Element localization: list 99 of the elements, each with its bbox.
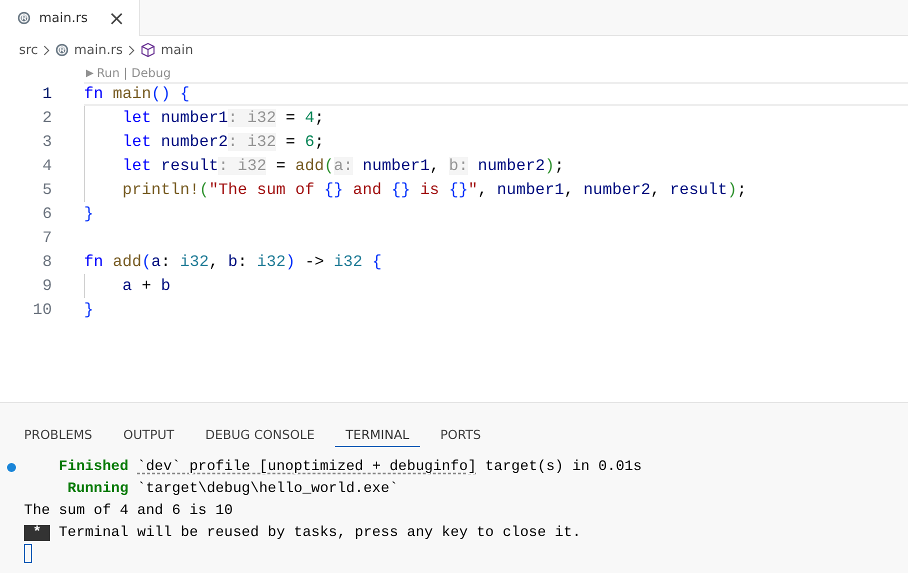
inlay-hint: b: xyxy=(448,157,468,175)
terminal-text: Running xyxy=(66,481,128,497)
breadcrumb-item[interactable]: main.rs xyxy=(54,42,123,58)
code-token: " xyxy=(468,181,478,199)
code-token: println! xyxy=(121,181,200,199)
code-token: () xyxy=(151,85,170,103)
code-token: {} xyxy=(324,181,344,199)
code-token: {} xyxy=(391,181,410,199)
code-token: ; xyxy=(554,157,564,175)
line-number: 2 xyxy=(41,109,52,127)
code-token: let xyxy=(121,133,152,151)
panel-tab[interactable]: DEBUG CONSOLE xyxy=(194,427,326,447)
code-token: a xyxy=(151,253,161,271)
code-token: , xyxy=(430,157,440,175)
code-token: , xyxy=(650,181,662,199)
code-token: b xyxy=(160,277,170,295)
code-token: number1 xyxy=(160,109,228,127)
code-token: ( xyxy=(199,181,209,199)
terminal-text: `target\debug\hello_world.exe` xyxy=(136,481,398,497)
breadcrumb-item[interactable]: main xyxy=(140,42,194,58)
code-token: = xyxy=(284,133,296,151)
code-token: 6 xyxy=(304,133,314,151)
code-token: number2 xyxy=(160,133,228,151)
rust-file-icon xyxy=(17,11,31,25)
code-token: add xyxy=(295,157,324,175)
code-token: : xyxy=(238,253,248,271)
code-token: let xyxy=(121,109,152,127)
inlay-hint: : i32 xyxy=(228,109,276,127)
terminal-text: Finished xyxy=(58,459,130,475)
inlay-hint: : i32 xyxy=(228,133,276,151)
code-token: { xyxy=(179,85,190,103)
line-number: 8 xyxy=(41,253,52,271)
line-number: 1 xyxy=(41,85,52,103)
code-token: number1 xyxy=(496,181,564,199)
line-number: 5 xyxy=(41,181,52,199)
code-token: } xyxy=(84,301,94,319)
code-token: fn xyxy=(84,85,104,103)
code-token: "The sum of xyxy=(208,181,316,199)
panel-tab[interactable]: TERMINAL xyxy=(334,427,420,447)
code-token: ) xyxy=(286,253,296,271)
line-number: 9 xyxy=(41,277,52,295)
code-token: let xyxy=(121,157,152,175)
code-token: ) xyxy=(544,157,555,175)
chevron-icon xyxy=(42,44,50,56)
code-token: number1 xyxy=(361,157,430,175)
code-token: ( xyxy=(142,253,152,271)
code-token: ( xyxy=(324,157,334,175)
terminal-text: Terminal will be reused by tasks, press any key to close it. xyxy=(58,525,581,541)
code-token: + xyxy=(140,277,152,295)
line-number: 10 xyxy=(32,301,52,319)
terminal-text[interactable]: `dev` profile [unoptimized + debuginfo] xyxy=(137,459,476,475)
code-token: , xyxy=(478,181,488,199)
code-token: -> xyxy=(304,253,326,271)
code-token: 4 xyxy=(304,109,314,127)
cube-icon xyxy=(140,42,156,58)
code-token: result xyxy=(670,181,728,199)
panel-tab[interactable]: OUTPUT xyxy=(112,427,186,447)
panel-tab[interactable]: PROBLEMS xyxy=(13,427,104,447)
code-token: result xyxy=(160,157,218,175)
code-token: number2 xyxy=(583,181,651,199)
code-token: , xyxy=(208,253,220,271)
code-token: and xyxy=(352,181,383,199)
terminal-text: target(s) in 0.01s xyxy=(484,459,642,475)
code-token: i32 xyxy=(334,253,362,271)
code-token: i32 xyxy=(256,253,286,271)
terminal-text: The sum of 4 and 6 is 10 xyxy=(24,503,233,519)
code-token: = xyxy=(284,109,296,127)
chevron-icon xyxy=(128,44,135,56)
terminal-cursor xyxy=(24,544,32,563)
code-token: ; xyxy=(314,133,324,151)
code-token: number2 xyxy=(476,157,545,175)
terminal-badge: * xyxy=(24,525,50,541)
line-number: 6 xyxy=(41,205,52,223)
code-token: , xyxy=(564,181,575,199)
code-token: = xyxy=(275,157,287,175)
panel-tab[interactable]: PORTS xyxy=(429,427,492,447)
rust-file-icon xyxy=(54,43,69,57)
code-token: {} xyxy=(448,181,468,199)
code-token: } xyxy=(84,205,94,223)
breadcrumb-item[interactable]: src xyxy=(19,42,38,58)
code-token: add xyxy=(112,253,142,271)
code-token: b xyxy=(228,253,238,271)
editor-tab[interactable]: main.rs × xyxy=(0,0,140,36)
line-number: 3 xyxy=(41,133,52,151)
code-token: a xyxy=(121,277,132,295)
code-token: ; xyxy=(314,109,324,127)
code-token: main xyxy=(112,85,152,103)
line-number: 7 xyxy=(41,229,52,247)
code-token: fn xyxy=(84,253,104,271)
line-number: 4 xyxy=(41,157,52,175)
code-token: ; xyxy=(736,181,747,199)
code-token: is xyxy=(419,181,440,199)
close-icon[interactable]: × xyxy=(104,6,129,30)
code-token: { xyxy=(371,253,382,271)
inlay-hint: : i32 xyxy=(218,157,266,175)
code-token: i32 xyxy=(180,253,209,271)
inlay-hint: a: xyxy=(334,157,353,175)
code-token: : xyxy=(160,253,172,271)
code-token: ) xyxy=(727,181,737,199)
